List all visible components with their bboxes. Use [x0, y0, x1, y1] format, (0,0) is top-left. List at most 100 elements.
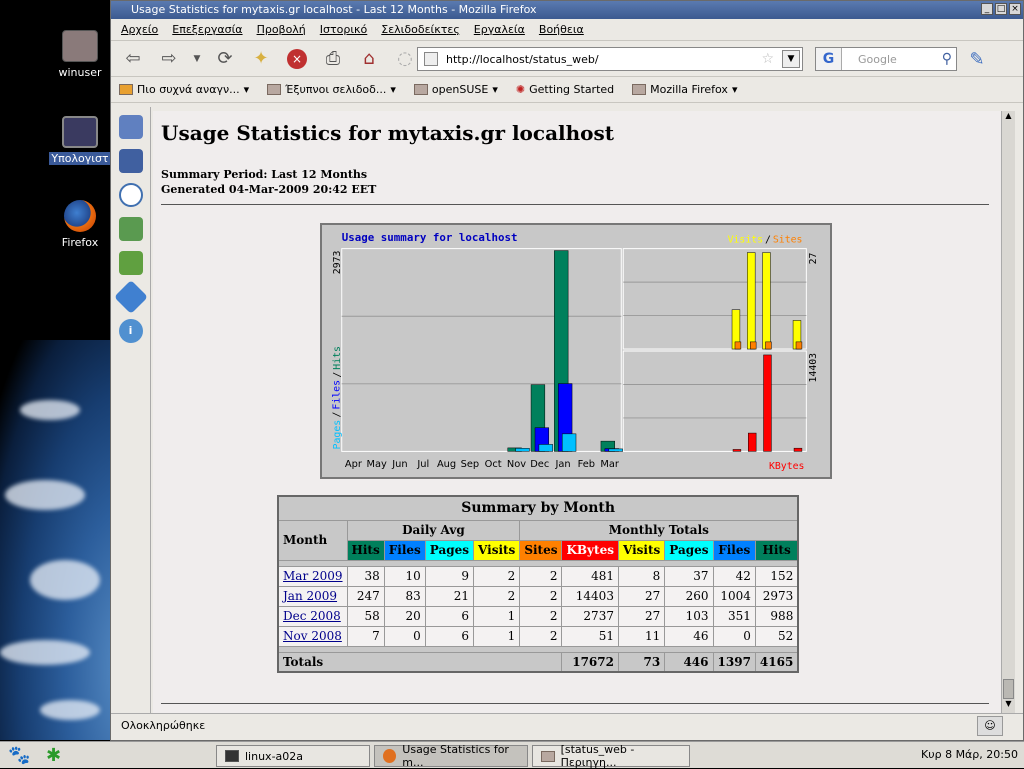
x-tick-label: Feb	[578, 459, 595, 470]
value-cell: 481	[561, 565, 619, 587]
google-engine-icon[interactable]: G	[816, 48, 842, 70]
addon-toolbar-icon[interactable]: ✎	[963, 45, 991, 73]
menu-tools[interactable]: Εργαλεία	[474, 23, 525, 36]
minimize-button[interactable]: _	[981, 3, 993, 15]
reload-button[interactable]: ⟳	[211, 45, 239, 73]
value-cell: 52	[754, 625, 799, 647]
throbber-icon: ◌	[397, 48, 413, 69]
value-cell: 58	[346, 605, 385, 627]
bar-kbytes	[748, 432, 757, 452]
task-firefox[interactable]: Usage Statistics for m...	[374, 743, 528, 769]
col-header-files: Files	[712, 539, 756, 561]
value-cell: 2	[519, 565, 563, 587]
stop-button[interactable]: ×	[283, 45, 311, 73]
col-header-files: Files	[383, 539, 426, 561]
bookmark-star-sidebar-icon[interactable]	[118, 149, 143, 173]
bookmark-getting-started[interactable]: ✺ Getting Started	[516, 83, 614, 96]
download-icon[interactable]	[118, 217, 143, 241]
getting-started-icon: ✺	[515, 83, 526, 96]
bar-sites	[734, 341, 742, 350]
task-linux-a02a[interactable]: linux-a02a	[216, 745, 370, 767]
bookmarks-toolbar: Πιο συχνά αναγν... ▾ Έξυπνοι σελιδοδ... …	[111, 77, 1023, 103]
month-link[interactable]: Dec 2008	[283, 609, 341, 623]
month-cell: Dec 2008	[277, 605, 348, 627]
value-cell: 51	[561, 625, 619, 647]
task-file-browser[interactable]: [status_web - Περιηγη...	[532, 743, 690, 769]
divider	[161, 703, 989, 704]
totals-files: 1397	[712, 651, 756, 673]
search-placeholder: Google	[858, 52, 897, 66]
settings-cross-icon[interactable]	[113, 280, 148, 314]
totals-row: Totals 17672 73 446 1397 4165	[277, 651, 799, 673]
menu-view[interactable]: Προβολή	[257, 23, 306, 36]
col-header-visits: Visits	[473, 539, 521, 561]
url-bar[interactable]: http://localhost/status_web/ ☆ ▼	[417, 47, 803, 71]
menu-history[interactable]: Ιστορικό	[320, 23, 368, 36]
x-tick-label: Aug	[437, 459, 456, 470]
x-tick-label: Jun	[391, 459, 407, 470]
site-identity-icon[interactable]	[424, 52, 438, 66]
firefox-icon	[64, 200, 96, 232]
addon-status-icon[interactable]: ☺	[977, 716, 1003, 736]
folder-icon	[267, 84, 282, 95]
table-body: Mar 2009 38 10 9 2 2 481 8 37 42 152 Jan 2009 247 83 2…	[277, 565, 799, 647]
value-cell: 14403	[561, 585, 619, 607]
value-cell: 1004	[712, 585, 756, 607]
screenshot-icon[interactable]	[118, 115, 143, 139]
new-tab-icon[interactable]: ✦	[247, 45, 275, 73]
gnome-foot-icon[interactable]: 🐾	[8, 745, 30, 766]
table-caption: Summary by Month	[277, 495, 799, 521]
bookmark-mozilla-firefox[interactable]: Mozilla Firefox ▾	[632, 83, 737, 96]
home-button[interactable]: ⌂	[355, 45, 383, 73]
col-header-pages: Pages	[424, 539, 475, 561]
bookmark-smart-bookmarks[interactable]: Έξυπνοι σελιδοδ... ▾	[267, 83, 396, 96]
print-button[interactable]: ⎙	[319, 45, 347, 73]
totals-hits: 4165	[754, 651, 799, 673]
ylabel-separator: /	[332, 372, 343, 378]
bar-visits	[762, 252, 771, 350]
scroll-down-icon[interactable]: ▼	[1002, 699, 1015, 713]
left-ylabel-pages: Pages	[332, 420, 343, 450]
bar-pages	[561, 433, 577, 452]
history-clock-icon[interactable]	[118, 183, 143, 207]
back-button[interactable]: ⇦	[119, 45, 147, 73]
col-header-pages: Pages	[664, 539, 714, 561]
close-button[interactable]: ×	[1009, 3, 1021, 15]
window-titlebar[interactable]: Usage Statistics for mytaxis.gr localhos…	[111, 1, 1023, 19]
legend-separator: /	[765, 235, 771, 246]
vertical-scrollbar[interactable]: ▲ ▼	[1001, 111, 1015, 713]
divider	[161, 204, 989, 205]
month-link[interactable]: Mar 2009	[283, 569, 343, 583]
menu-file[interactable]: Αρχείο	[121, 23, 158, 36]
menu-bookmarks[interactable]: Σελιδοδείκτες	[381, 23, 460, 36]
bookmark-star-icon[interactable]: ☆	[761, 51, 774, 67]
bar-sites	[765, 341, 772, 350]
left-ylabel-files: Files	[332, 380, 343, 410]
forward-button[interactable]: ⇨	[155, 45, 183, 73]
clock[interactable]: Κυρ 8 Μάρ, 20:50	[921, 748, 1018, 761]
value-cell: 83	[383, 585, 426, 607]
search-box[interactable]: G Google ⚲	[815, 47, 957, 71]
bookmark-opensuse[interactable]: openSUSE ▾	[413, 83, 498, 96]
run-icon[interactable]: ✱	[46, 745, 61, 766]
scrollbar-thumb[interactable]	[1003, 679, 1014, 699]
summary-info: Summary Period: Last 12 Months Generated…	[161, 167, 376, 197]
month-link[interactable]: Jan 2009	[283, 589, 337, 603]
url-dropdown-icon[interactable]: ▼	[782, 50, 800, 68]
scroll-up-icon[interactable]: ▲	[1002, 111, 1015, 125]
history-dropdown-icon[interactable]: ▼	[191, 45, 203, 73]
value-cell: 2	[519, 605, 563, 627]
search-go-icon[interactable]: ⚲	[942, 51, 952, 67]
menu-edit[interactable]: Επεξεργασία	[172, 23, 242, 36]
bookmark-most-visited[interactable]: Πιο συχνά αναγν... ▾	[119, 83, 249, 96]
info-icon[interactable]: i	[118, 319, 143, 343]
maximize-button[interactable]: □	[995, 3, 1007, 15]
chart-panel	[622, 248, 807, 350]
bar-kbytes	[763, 354, 772, 452]
col-header-hits: Hits	[346, 539, 385, 561]
month-link[interactable]: Nov 2008	[283, 629, 342, 643]
addons-puzzle-icon[interactable]	[118, 251, 143, 275]
page-title: Usage Statistics for mytaxis.gr localhos…	[161, 121, 615, 145]
generated-date: Generated 04-Mar-2009 20:42 EET	[161, 183, 377, 196]
menu-help[interactable]: Βοήθεια	[539, 23, 584, 36]
